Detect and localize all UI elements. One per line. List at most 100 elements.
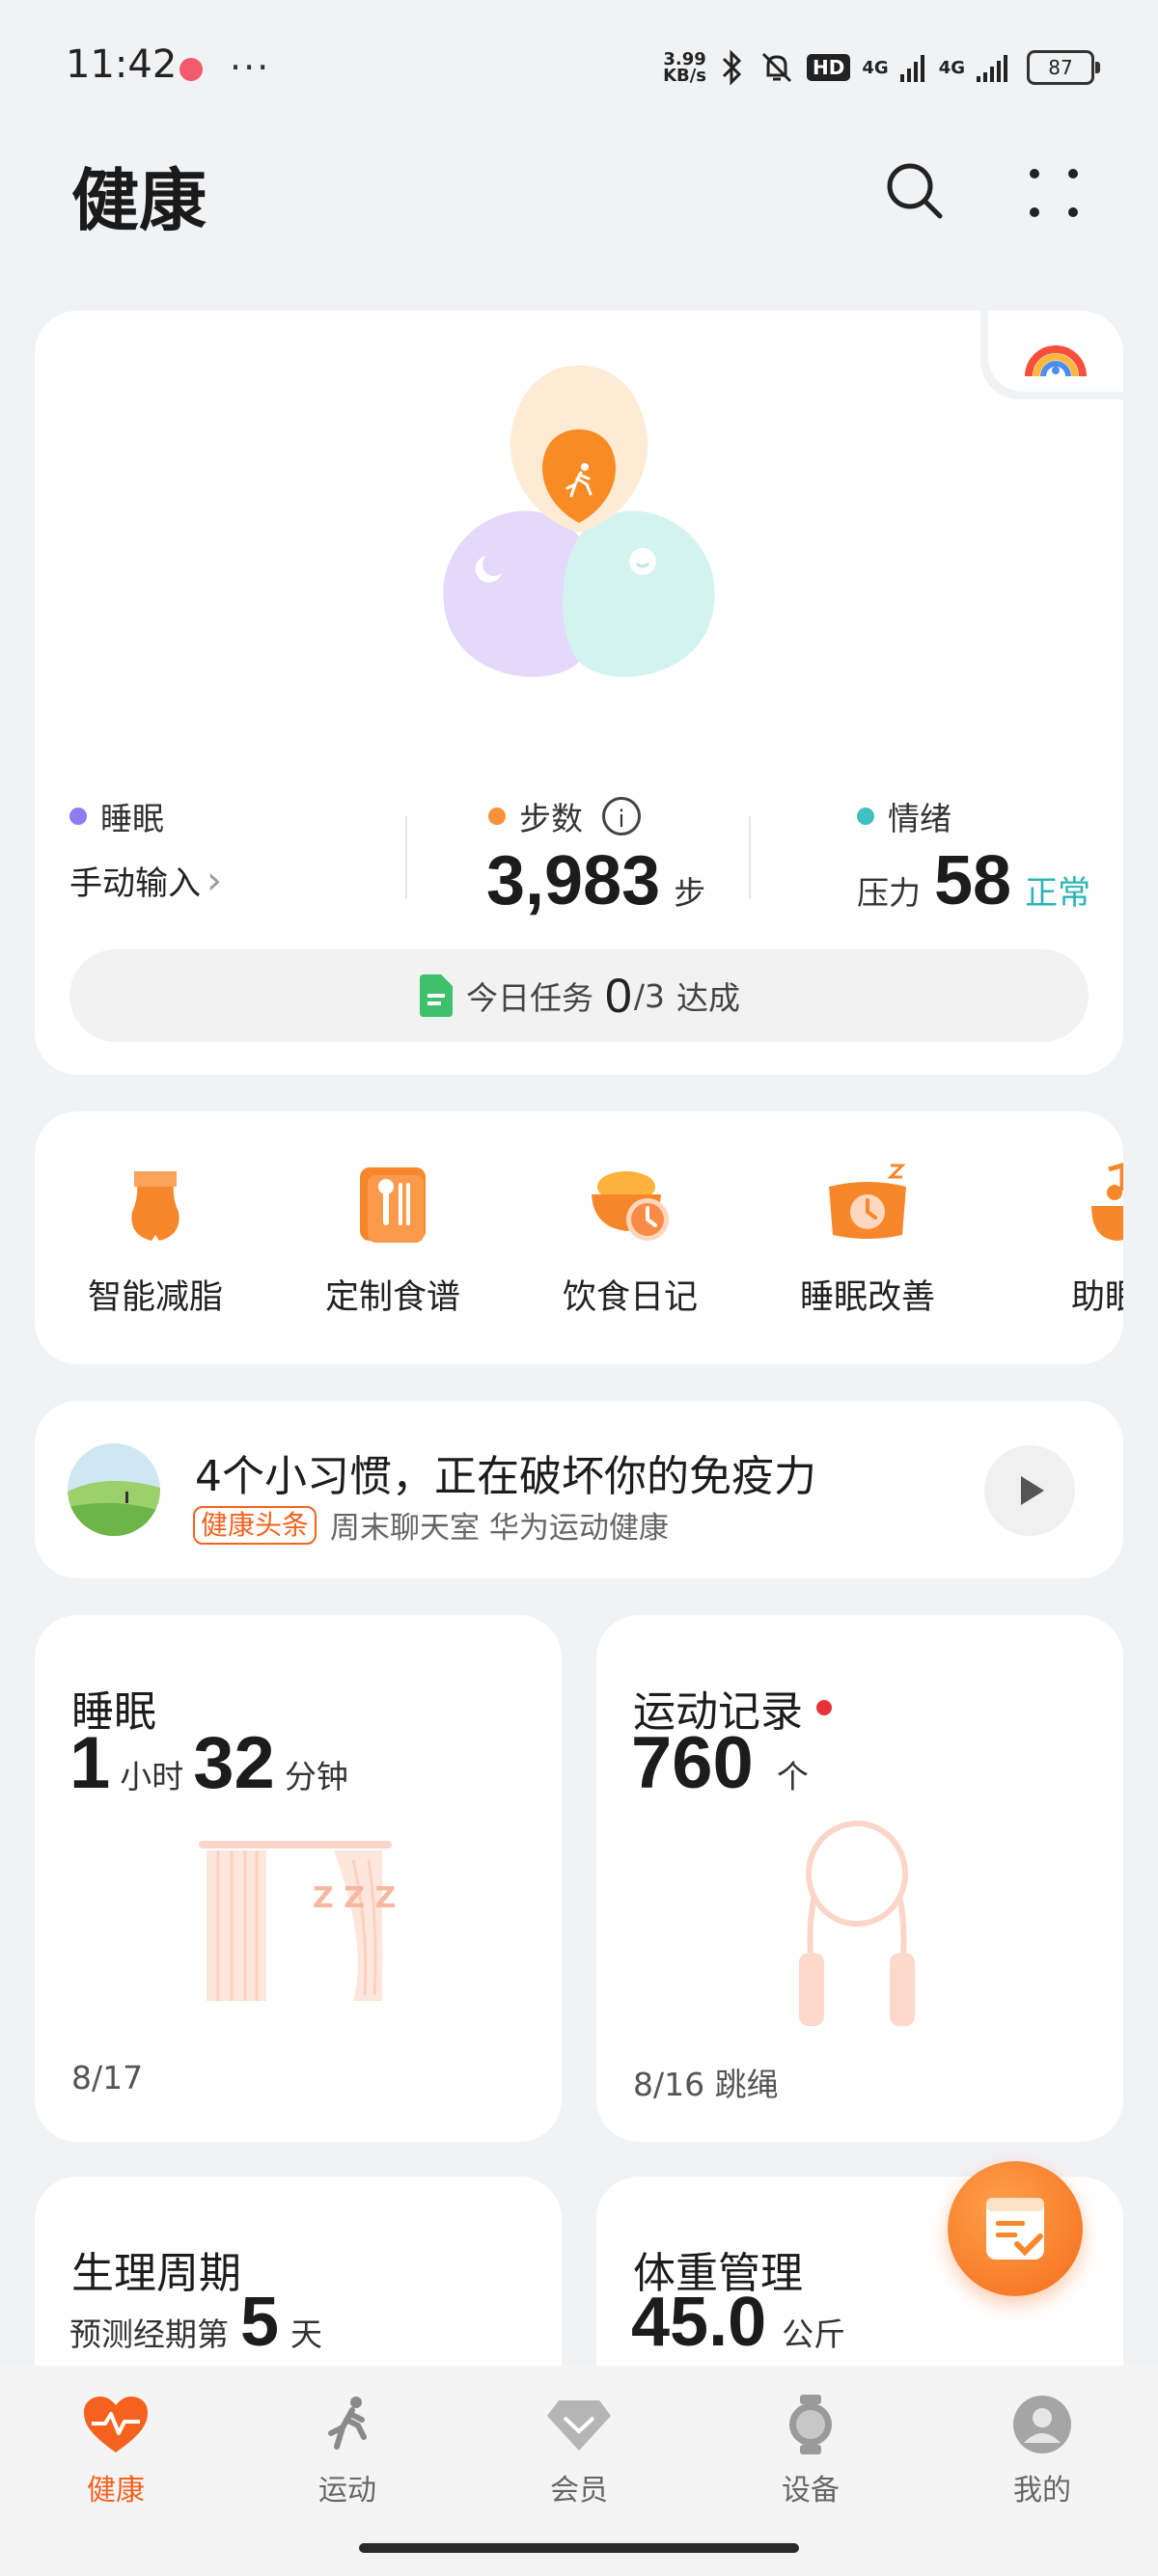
steps-metric-label: 步数 i: [488, 793, 641, 839]
more-notifications-icon: ···: [230, 46, 271, 89]
page-title: 健康: [71, 161, 207, 240]
article-thumbnail: [68, 1443, 160, 1536]
status-bar: 11:42 ··· 3.99 KB/s HD 4G 4G 87: [0, 0, 1158, 135]
nav-label: 健康: [87, 2474, 145, 2507]
task-suffix: 达成: [676, 979, 740, 1017]
feature-label: 睡眠改善: [799, 1278, 935, 1317]
music-note-icon: [1091, 1163, 1123, 1241]
period-prefix: 预测经期第: [69, 2316, 229, 2353]
body-shape-icon: [131, 1171, 179, 1241]
nav-health[interactable]: 健康: [39, 2395, 193, 2508]
weight-unit: 公斤: [782, 2316, 846, 2353]
divider: [749, 816, 751, 899]
hd-voice-badge: HD: [807, 54, 851, 81]
more-options-icon[interactable]: [1027, 164, 1081, 222]
smile-icon: [629, 548, 656, 575]
nav-label: 我的: [1013, 2474, 1071, 2507]
rainbow-badge-icon[interactable]: [1017, 320, 1094, 388]
chevron-right-icon: ›: [207, 858, 222, 903]
period-value: 5: [240, 2284, 280, 2361]
stress-value-group[interactable]: 压力 58 正常: [857, 841, 1090, 920]
watch-icon: [789, 2395, 832, 2454]
nav-label: 设备: [782, 2474, 840, 2507]
play-icon: [1021, 1476, 1044, 1505]
info-icon[interactable]: i: [602, 797, 641, 836]
weight-value-group: 45.0 公斤: [631, 2283, 845, 2362]
daily-task-content: 今日任务 0/3 达成: [69, 949, 1089, 1042]
article-tag: 健康头条: [193, 1505, 317, 1545]
jump-rope-illustration: [799, 1821, 915, 2026]
divider: [405, 816, 407, 899]
status-time: 11:42: [66, 42, 178, 87]
health-summary-card[interactable]: 睡眠 手动输入 › 步数 i 3,983 步 情绪 压力 58 正常 今日任务 …: [35, 311, 1123, 1075]
sleep-hours-unit: 小时: [120, 1758, 184, 1795]
bluetooth-icon: [722, 49, 742, 86]
exercise-card-date: 8/16 跳绳: [633, 2066, 779, 2103]
battery-icon: 87: [1027, 50, 1100, 85]
heart-pulse-icon: [84, 2397, 148, 2453]
sleep-manual-entry-link[interactable]: 手动输入 ›: [69, 857, 222, 904]
period-unit: 天: [290, 2316, 323, 2353]
exercise-unit: 个: [776, 1758, 809, 1795]
notification-app-icon: [179, 58, 203, 81]
diamond-icon: [547, 2400, 611, 2451]
profile-icon: [1013, 2396, 1071, 2453]
sleep-metric-label: 睡眠: [69, 793, 164, 839]
weight-value: 45.0: [631, 2284, 767, 2361]
nav-membership[interactable]: 会员: [502, 2395, 656, 2508]
task-done-count: 0: [605, 969, 632, 1023]
article-title: 4个小习惯，正在破坏你的免疫力: [195, 1452, 816, 1501]
stress-value: 58: [934, 842, 1012, 919]
steps-value-group[interactable]: 3,983 步: [486, 841, 705, 920]
health-ring-graphic[interactable]: [357, 343, 801, 758]
daily-task-bar[interactable]: 今日任务 0/3 达成: [69, 949, 1089, 1042]
steps-label-text: 步数: [519, 800, 583, 837]
feature-custom-recipe[interactable]: 定制食谱: [272, 1111, 513, 1364]
home-indicator[interactable]: [359, 2543, 799, 2553]
document-icon: [420, 974, 454, 1017]
health-article-card[interactable]: 4个小习惯，正在破坏你的免疫力 健康头条 周末聊天室 华为运动健康: [35, 1401, 1123, 1578]
nav-me[interactable]: 我的: [965, 2395, 1119, 2508]
sleep-hours: 1: [69, 1722, 111, 1804]
net-speed-unit: KB/s: [663, 66, 707, 86]
search-icon[interactable]: [884, 160, 946, 222]
sleep-card-date: 8/17: [71, 2059, 144, 2096]
nav-label: 运动: [318, 2474, 376, 2507]
article-source: 周末聊天室 华为运动健康: [330, 1511, 669, 1546]
steps-unit: 步: [674, 874, 706, 912]
nav-exercise[interactable]: 运动: [270, 2395, 425, 2508]
sleep-label-text: 睡眠: [100, 800, 164, 837]
stress-status: 正常: [1025, 874, 1091, 913]
sleep-minutes: 32: [193, 1722, 275, 1804]
sleep-minutes-unit: 分钟: [284, 1758, 348, 1795]
feature-food-diary[interactable]: 饮食日记: [510, 1111, 751, 1364]
runner-icon: [328, 2397, 367, 2450]
feature-label: 饮食日记: [562, 1278, 698, 1317]
food-bowl-icon: [592, 1171, 669, 1241]
feature-smart-fat-loss[interactable]: 智能减脂: [35, 1111, 276, 1364]
article-meta: 健康头条 周末聊天室 华为运动健康: [193, 1503, 669, 1547]
play-button[interactable]: [984, 1445, 1075, 1536]
sleep-dot: [69, 808, 87, 825]
stress-label: 压力: [857, 874, 921, 912]
period-value-group: 预测经期第 5 天: [69, 2283, 322, 2362]
nav-devices[interactable]: 设备: [733, 2395, 888, 2508]
sleep-card[interactable]: 睡眠 1 小时 32 分钟 Z Z Z 8/17: [35, 1615, 562, 2142]
mood-label-text: 情绪: [888, 800, 951, 837]
feature-sleep-aid[interactable]: 助眠: [984, 1111, 1123, 1364]
add-record-fab[interactable]: [948, 2161, 1083, 2296]
exercise-record-card[interactable]: 运动记录 760 个 8/16 跳绳: [596, 1615, 1123, 2142]
signal-bars-icon: [977, 55, 1007, 82]
mute-bell-icon: [761, 52, 792, 83]
rainbow-corner-inner: [988, 311, 1123, 392]
zzz-icon: Z Z Z: [313, 1881, 397, 1915]
recipe-icon: [360, 1167, 426, 1243]
sleep-manual-entry-text: 手动输入: [69, 864, 201, 903]
feature-sleep-improvement[interactable]: 睡眠改善: [747, 1111, 988, 1364]
exercise-value: 760: [631, 1722, 754, 1804]
signal-label-2: 4G: [938, 57, 965, 78]
curtain-illustration: [199, 1841, 392, 2001]
signal-bars-icon: [899, 55, 924, 82]
task-total: /3: [633, 976, 665, 1015]
exercise-value-group: 760 个: [631, 1721, 809, 1805]
